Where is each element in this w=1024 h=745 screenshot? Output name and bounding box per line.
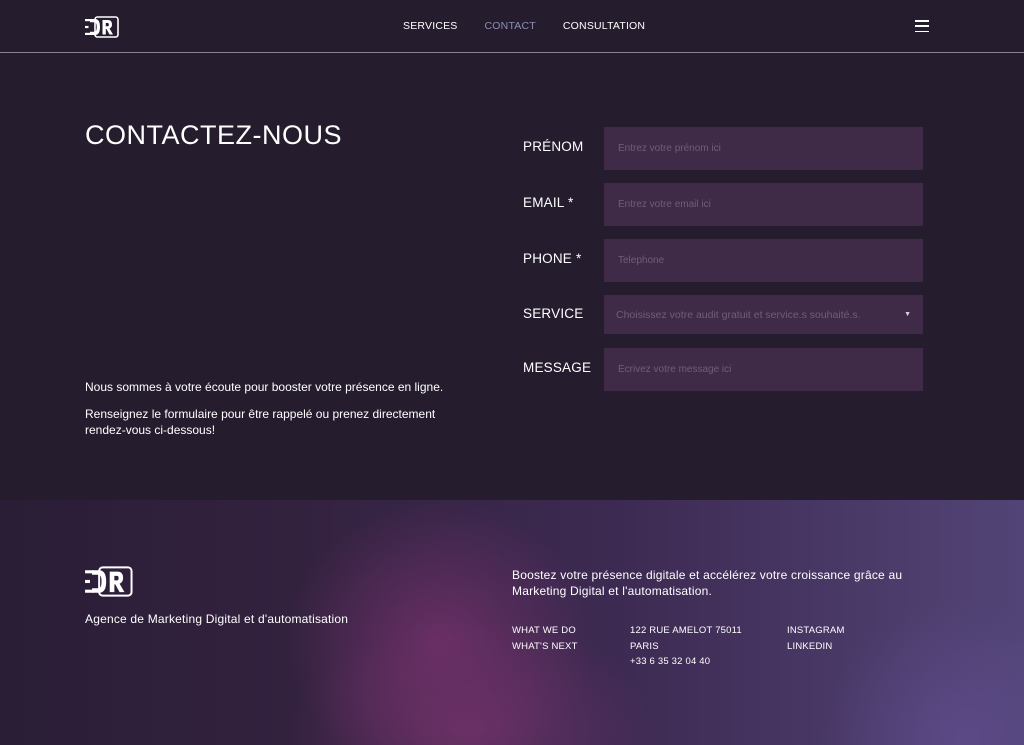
email-input[interactable]	[604, 183, 923, 226]
logo[interactable]	[85, 16, 119, 38]
firstname-label: PRÉNOM	[523, 139, 584, 154]
address-street: 122 RUE AMELOT 75011	[630, 625, 742, 636]
address-city: PARIS	[630, 640, 659, 652]
phone-input[interactable]	[604, 239, 923, 282]
address-phone: +33 6 35 32 04 40	[630, 656, 711, 667]
nav-services[interactable]: SERVICES	[403, 20, 458, 32]
main-nav: SERVICES CONTACT CONSULTATION	[403, 20, 645, 32]
phone-label: PHONE *	[523, 251, 582, 266]
footer-pitch: Boostez votre présence digitale et accél…	[512, 568, 903, 598]
service-selected-value: Choisissez votre audit gratuit et servic…	[616, 308, 861, 321]
site-footer: Agence de Marketing Digital et d'automat…	[0, 500, 1024, 745]
footer-address: 122 RUE AMELOT 75011 PARIS +33 6 35 32 0…	[630, 623, 742, 670]
intro-paragraph-2: Renseignez le formulaire pour être rappe…	[85, 407, 436, 437]
footer-link-linkedin[interactable]: LINKEDIN	[787, 639, 845, 655]
footer-tagline: Agence de Marketing Digital et d'automat…	[85, 612, 349, 626]
message-label: MESSAGE	[523, 360, 592, 375]
footer-logo[interactable]	[85, 566, 133, 597]
nav-consultation[interactable]: CONSULTATION	[563, 20, 645, 32]
caret-down-icon: ▼	[904, 311, 911, 318]
firstname-input[interactable]	[604, 127, 923, 170]
footer-social: INSTAGRAM LINKEDIN	[787, 623, 845, 654]
service-select[interactable]: Choisissez votre audit gratuit et servic…	[604, 295, 923, 334]
service-label: SERVICE	[523, 306, 584, 321]
dr-logo-icon	[85, 16, 119, 38]
footer-link-whats-next[interactable]: WHAT'S NEXT	[512, 639, 578, 655]
message-input[interactable]	[604, 348, 923, 391]
footer-links-col1: WHAT WE DO WHAT'S NEXT	[512, 623, 578, 654]
page-title: CONTACTEZ-NOUS	[85, 120, 342, 150]
email-label: EMAIL *	[523, 195, 574, 210]
intro-text: Nous sommes à votre écoute pour booster …	[85, 379, 475, 449]
footer-link-instagram[interactable]: INSTAGRAM	[787, 623, 845, 639]
dr-logo-icon	[85, 566, 133, 597]
nav-contact[interactable]: CONTACT	[485, 20, 536, 32]
intro-paragraph-1: Nous sommes à votre écoute pour booster …	[85, 380, 444, 394]
site-header: SERVICES CONTACT CONSULTATION	[0, 0, 1024, 53]
footer-link-what-we-do[interactable]: WHAT WE DO	[512, 623, 578, 639]
hamburger-icon[interactable]	[915, 20, 929, 32]
